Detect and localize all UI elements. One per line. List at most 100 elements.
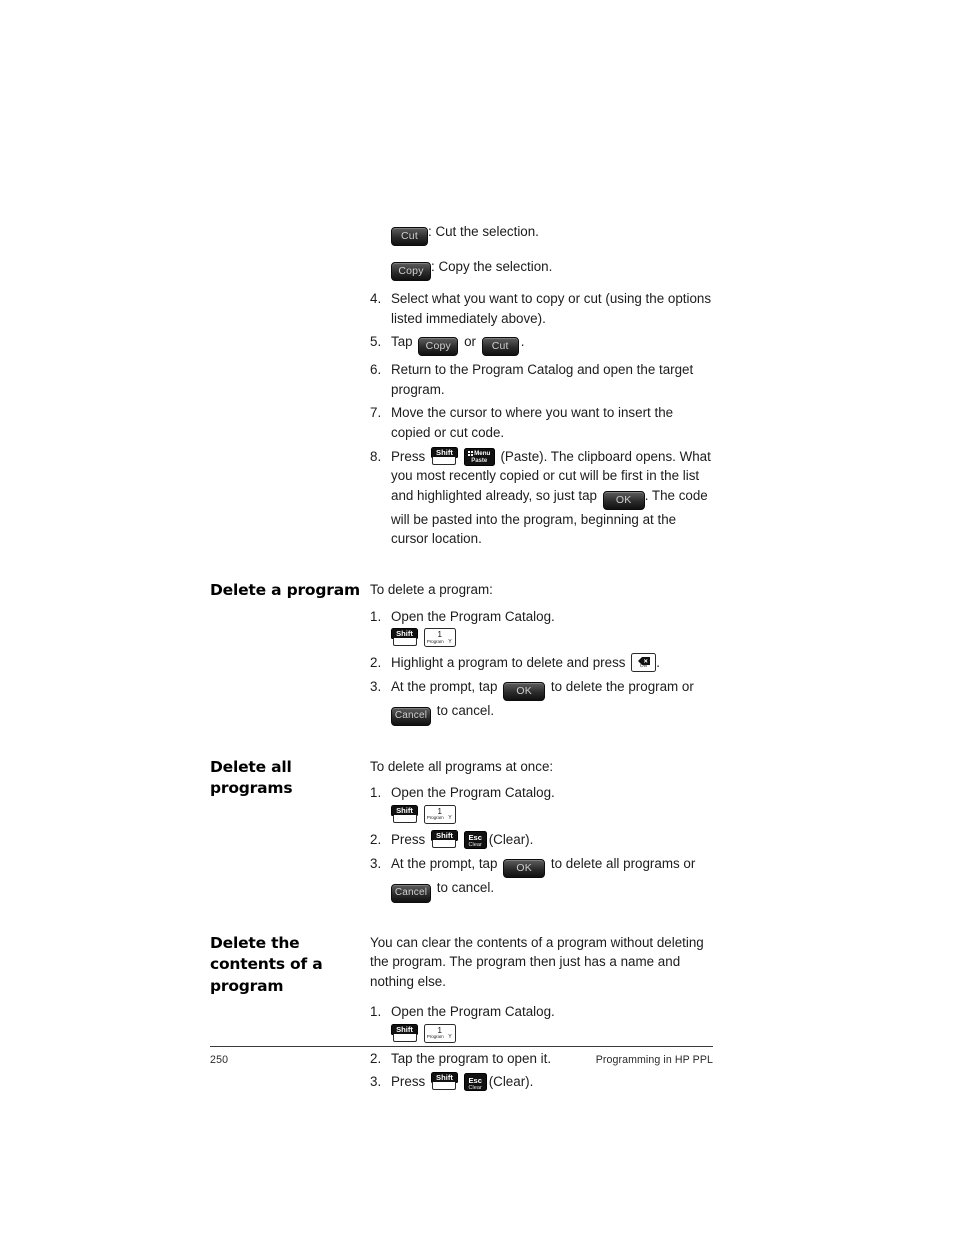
shift-key-label: Shift: [430, 446, 458, 458]
step-2: 2. Press Shift Esc Clear (Clear).: [370, 829, 715, 850]
body-column-1: To delete a program: 1. Open the Program…: [370, 580, 715, 730]
esc-clear-key[interactable]: Esc Clear: [463, 1073, 487, 1092]
body-column-3: You can clear the contents of a program …: [370, 933, 715, 1097]
step-8-pre: Press: [391, 448, 426, 464]
step-3: 3. Press Shift Esc Clear (Clear).: [370, 1072, 715, 1092]
program-key-main: 1: [437, 806, 442, 816]
shift-key[interactable]: Shift: [430, 829, 458, 849]
section-delete-all-programs: Delete all programs To delete all progra…: [210, 757, 715, 907]
copy-button[interactable]: Copy: [391, 262, 431, 281]
menu-paste-key[interactable]: Menu Paste: [463, 447, 495, 466]
cut-button[interactable]: Cut: [391, 227, 428, 246]
step-2-pre: Highlight a program to delete and press: [391, 655, 626, 671]
heading-column-1: Delete a program: [210, 580, 370, 602]
program-key[interactable]: 1 Program Y: [423, 628, 456, 648]
program-key-sub: Program Y: [425, 638, 455, 646]
program-key[interactable]: 1 Program Y: [423, 1023, 456, 1043]
step-2-post: .: [656, 655, 660, 671]
shift-key[interactable]: Shift: [430, 1072, 458, 1091]
key-combo-shift-program: Shift 1 Program Y: [391, 804, 715, 824]
step-1: 1. Open the Program Catalog. Shift 1 Prog…: [370, 1002, 715, 1043]
step-3-mid: to delete all programs or: [550, 855, 696, 871]
page-title: Delete all programs: [210, 757, 293, 798]
section-1-intro: To delete a program:: [370, 581, 493, 597]
step-7-text: Move the cursor to where you want to ins…: [391, 405, 674, 440]
step-3-mid: to delete the program or: [550, 678, 694, 694]
program-key-sub-right: Y: [448, 1034, 452, 1041]
cut-description: : Cut the selection.: [428, 224, 539, 239]
heading-column-2: Delete all programs: [210, 757, 370, 800]
shift-key[interactable]: Shift: [391, 804, 418, 824]
step-1-number: 1.: [370, 1004, 382, 1020]
step-2-number: 2.: [370, 655, 382, 671]
step-3-post: to cancel.: [436, 702, 495, 718]
section-2-intro: To delete all programs at once:: [370, 758, 554, 774]
step-5-post: .: [520, 334, 525, 350]
program-key-sub-right: Y: [448, 815, 452, 822]
cut-button[interactable]: Cut: [481, 337, 519, 357]
step-3-pre: At the prompt, tap: [391, 678, 498, 694]
menu-paste-key-top: Menu: [465, 450, 494, 459]
key-combo-shift-program: Shift 1 Program Y: [391, 1023, 715, 1043]
step-4-number: 4.: [370, 291, 382, 306]
step-3-number: 3.: [370, 1074, 382, 1090]
cancel-button[interactable]: Cancel: [391, 706, 431, 726]
shift-key-body: [392, 638, 417, 647]
step-5-pre: Tap: [391, 334, 413, 350]
esc-clear-key[interactable]: Esc Clear: [463, 830, 487, 849]
shift-key-body: [432, 839, 457, 848]
section-delete-a-program: Delete a program To delete a program: 1.…: [210, 580, 715, 730]
page-title: Delete a program: [210, 580, 360, 599]
step-4-text: Select what you want to copy or cut (usi…: [391, 291, 712, 326]
step-2-post: (Clear).: [488, 831, 534, 847]
ok-button[interactable]: OK: [503, 681, 546, 701]
footer-divider: [210, 1046, 713, 1047]
program-key-sub-left: Program: [426, 1034, 444, 1040]
step-8: 8. Press Shift Menu Paste (Paste). The cl…: [370, 446, 715, 549]
shift-key[interactable]: Shift: [391, 1023, 418, 1043]
step-3: 3. At the prompt, tap OK to delete the p…: [370, 677, 715, 726]
delete-key-label: Del: [640, 664, 648, 670]
step-1-number: 1.: [370, 785, 382, 801]
esc-key-top: Esc: [468, 1075, 482, 1085]
step-5-number: 5.: [370, 334, 382, 350]
lead-item-cut: Cut: Cut the selection.: [370, 222, 715, 246]
copy-button[interactable]: Copy: [418, 337, 459, 357]
shift-key[interactable]: Shift: [391, 628, 418, 647]
step-3-number: 3.: [370, 855, 382, 871]
step-1-number: 1.: [370, 608, 382, 624]
step-2: 2. Highlight a program to delete and pre…: [370, 653, 715, 673]
menu-paste-key-bottom: Paste: [471, 458, 488, 465]
document-page: Cut: Cut the selection. Copy: Copy the s…: [0, 0, 954, 1235]
copy-description: : Copy the selection.: [431, 259, 553, 274]
page-number: 250: [210, 1054, 229, 1066]
clipboard-steps-list: 4. Select what you want to copy or cut (…: [370, 289, 715, 549]
shift-key[interactable]: Shift: [430, 446, 458, 466]
step-4: 4. Select what you want to copy or cut (…: [370, 289, 715, 328]
step-3-pre: Press: [391, 1074, 426, 1090]
key-combo-shift-program: Shift 1 Program Y: [391, 628, 715, 648]
program-key[interactable]: 1 Program Y: [423, 804, 456, 824]
esc-key-bottom: Clear: [468, 842, 482, 849]
step-6-text: Return to the Program Catalog and open t…: [391, 362, 694, 397]
step-5: 5. Tap Copy or Cut.: [370, 332, 715, 357]
shift-key-body: [392, 814, 417, 823]
ok-button[interactable]: OK: [503, 858, 546, 878]
section-1-steps: 1. Open the Program Catalog. Shift 1 Prog…: [370, 607, 715, 726]
grid-icon: [468, 450, 474, 456]
shift-key-body: [432, 1082, 457, 1091]
program-key-sub-left: Program: [426, 638, 444, 644]
section-delete-contents-of-a-program: Delete the contents of a program You can…: [210, 933, 715, 1097]
section-3-steps: 1. Open the Program Catalog. Shift 1 Prog…: [370, 1002, 715, 1092]
step-6: 6. Return to the Program Catalog and ope…: [370, 360, 715, 399]
ok-button[interactable]: OK: [602, 490, 645, 510]
cancel-button[interactable]: Cancel: [391, 883, 431, 903]
delete-key[interactable]: Del: [631, 653, 657, 673]
step-3-number: 3.: [370, 678, 382, 694]
step-6-number: 6.: [370, 362, 382, 378]
program-key-sub: Program Y: [425, 815, 455, 823]
step-3-post: to cancel.: [436, 879, 495, 895]
step-3-pre: At the prompt, tap: [391, 855, 498, 871]
step-1-text: Open the Program Catalog.: [391, 1004, 555, 1020]
program-key-sub-left: Program: [426, 815, 444, 821]
